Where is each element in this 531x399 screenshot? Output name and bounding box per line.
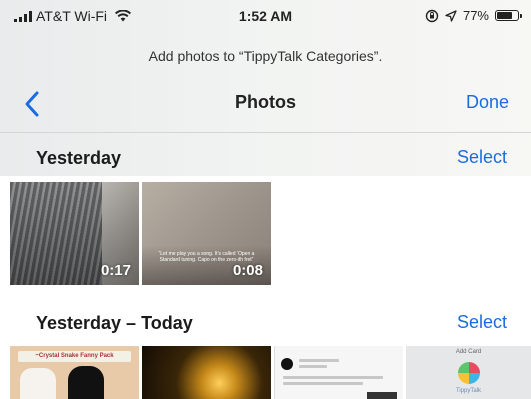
section-title-yesterday-today: Yesterday – Today — [36, 313, 193, 333]
photo-text: ~Crystal Snake Fanny Pack — [18, 351, 131, 362]
nav-title: Photos — [235, 92, 296, 112]
photo-label: TippyTalk — [455, 388, 482, 394]
text-line — [283, 382, 363, 385]
video-duration: 0:17 — [100, 262, 131, 279]
select-button-yesterday-today[interactable]: Select — [457, 312, 507, 333]
status-bar: AT&T Wi-Fi 1:52 AM 77% — [0, 0, 531, 30]
video-thumbnail[interactable]: 0:17 — [10, 182, 139, 285]
status-right: 77% — [425, 8, 522, 23]
battery-fill — [497, 12, 512, 19]
location-arrow-icon — [445, 9, 457, 22]
photo-thumbnail[interactable] — [142, 346, 271, 399]
text-line — [283, 376, 383, 379]
battery-percentage: 77% — [462, 8, 489, 23]
photo-text: Add Card — [455, 349, 482, 355]
nav-bar: Photos Done — [0, 84, 531, 124]
nav-divider — [0, 132, 531, 133]
photo-object — [68, 366, 104, 399]
photo-thumbnail[interactable]: ~Crystal Snake Fanny Pack — [10, 346, 139, 399]
text-line — [299, 365, 327, 368]
text-line — [299, 359, 339, 362]
orientation-lock-icon — [425, 9, 439, 22]
profile-avatar — [281, 358, 293, 370]
add-photos-prompt: Add photos to “TippyTalk Categories”. — [148, 48, 383, 64]
media-bar — [367, 392, 397, 399]
screenshot-thumbnail[interactable]: Add Card TippyTalk — [406, 346, 531, 399]
pinwheel-icon — [458, 362, 480, 384]
photo-object — [20, 368, 56, 399]
done-button[interactable]: Done — [466, 92, 509, 113]
screenshot-thumbnail[interactable] — [274, 346, 403, 399]
section-title-yesterday: Yesterday — [36, 148, 122, 168]
video-thumbnail[interactable]: “Let me play you a song. It’s called ‘Op… — [142, 182, 271, 285]
video-duration: 0:08 — [232, 262, 263, 279]
battery-icon — [495, 10, 522, 21]
select-button-yesterday[interactable]: Select — [457, 147, 507, 168]
